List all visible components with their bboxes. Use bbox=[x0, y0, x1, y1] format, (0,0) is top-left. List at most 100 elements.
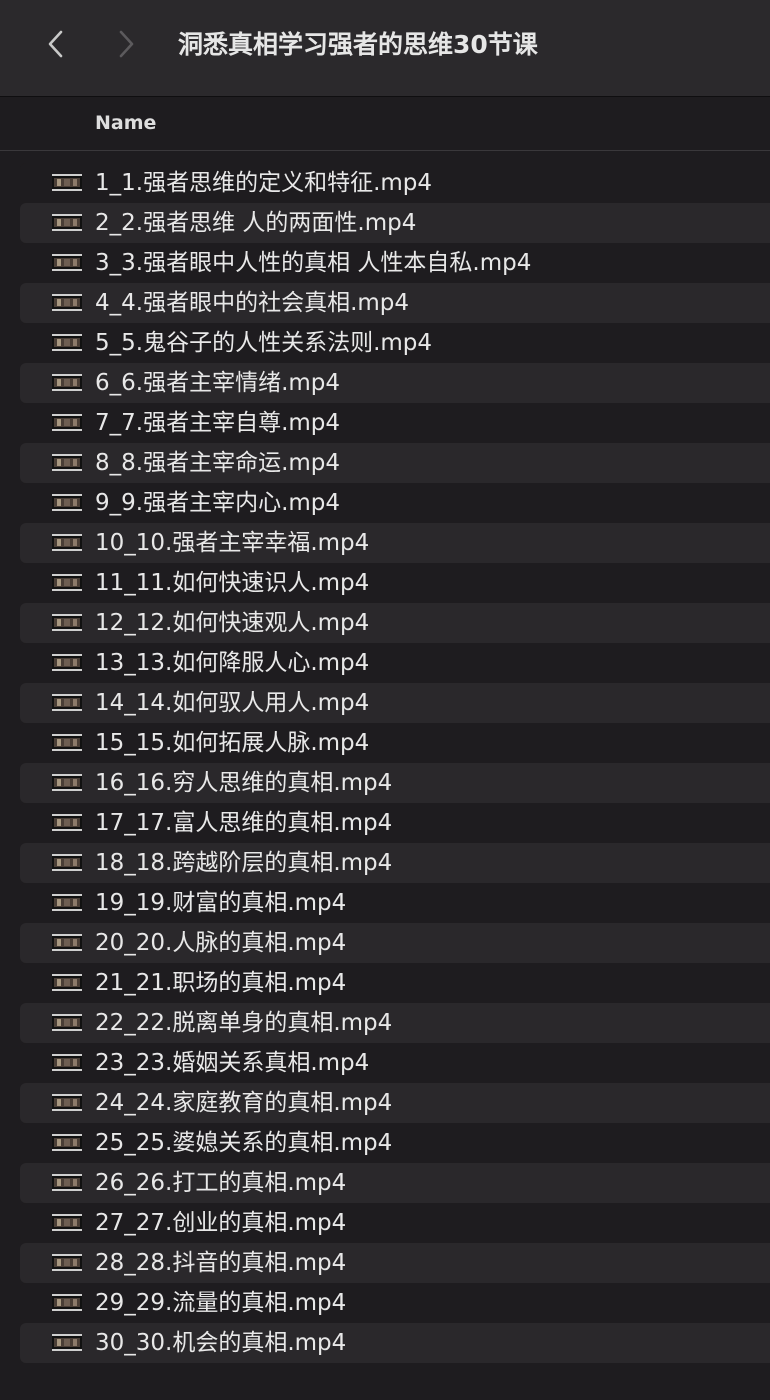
file-name: 21_21.职场的真相.mp4 bbox=[95, 970, 347, 996]
file-name: 29_29.流量的真相.mp4 bbox=[95, 1290, 347, 1316]
video-thumbnail-icon bbox=[52, 1254, 82, 1271]
file-row[interactable]: 8_8.强者主宰命运.mp4 bbox=[20, 443, 770, 483]
file-row[interactable]: 19_19.财富的真相.mp4 bbox=[20, 883, 770, 923]
column-header: Name bbox=[0, 97, 770, 151]
file-row[interactable]: 10_10.强者主宰幸福.mp4 bbox=[20, 523, 770, 563]
file-name: 20_20.人脉的真相.mp4 bbox=[95, 930, 347, 956]
video-thumbnail-icon bbox=[52, 294, 82, 311]
video-thumbnail-icon bbox=[52, 934, 82, 951]
chevron-left-icon bbox=[48, 30, 63, 58]
file-row[interactable]: 12_12.如何快速观人.mp4 bbox=[20, 603, 770, 643]
file-row[interactable]: 4_4.强者眼中的社会真相.mp4 bbox=[20, 283, 770, 323]
video-thumbnail-icon bbox=[52, 1014, 82, 1031]
video-thumbnail-icon bbox=[52, 694, 82, 711]
video-thumbnail-icon bbox=[52, 254, 82, 271]
video-thumbnail-icon bbox=[52, 734, 82, 751]
video-thumbnail-icon bbox=[52, 1134, 82, 1151]
file-row[interactable]: 25_25.婆媳关系的真相.mp4 bbox=[20, 1123, 770, 1163]
video-thumbnail-icon bbox=[52, 494, 82, 511]
file-row[interactable]: 17_17.富人思维的真相.mp4 bbox=[20, 803, 770, 843]
file-row[interactable]: 21_21.职场的真相.mp4 bbox=[20, 963, 770, 1003]
file-name: 24_24.家庭教育的真相.mp4 bbox=[95, 1090, 393, 1116]
file-list: 1_1.强者思维的定义和特征.mp4 2_2.强者思维 人的两面性.mp4 3_3.… bbox=[20, 163, 770, 1363]
file-name: 11_11.如何快速识人.mp4 bbox=[95, 570, 370, 596]
file-row[interactable]: 11_11.如何快速识人.mp4 bbox=[20, 563, 770, 603]
back-button[interactable] bbox=[38, 24, 74, 64]
file-name: 2_2.强者思维 人的两面性.mp4 bbox=[95, 210, 417, 236]
file-name: 7_7.强者主宰自尊.mp4 bbox=[95, 410, 341, 436]
file-row[interactable]: 23_23.婚姻关系真相.mp4 bbox=[20, 1043, 770, 1083]
file-name: 4_4.强者眼中的社会真相.mp4 bbox=[95, 290, 410, 316]
file-name: 27_27.创业的真相.mp4 bbox=[95, 1210, 347, 1236]
chevron-right-icon bbox=[119, 30, 134, 58]
file-name: 13_13.如何降服人心.mp4 bbox=[95, 650, 370, 676]
finder-window: 洞悉真相学习强者的思维30节课 Name 1_1.强者思维的定义和特征.mp4 2… bbox=[0, 0, 770, 1400]
file-name: 15_15.如何拓展人脉.mp4 bbox=[95, 730, 370, 756]
file-row[interactable]: 9_9.强者主宰内心.mp4 bbox=[20, 483, 770, 523]
file-row[interactable]: 6_6.强者主宰情绪.mp4 bbox=[20, 363, 770, 403]
video-thumbnail-icon bbox=[52, 654, 82, 671]
file-row[interactable]: 7_7.强者主宰自尊.mp4 bbox=[20, 403, 770, 443]
toolbar: 洞悉真相学习强者的思维30节课 bbox=[0, 0, 770, 97]
video-thumbnail-icon bbox=[52, 214, 82, 231]
file-name: 9_9.强者主宰内心.mp4 bbox=[95, 490, 341, 516]
video-thumbnail-icon bbox=[52, 454, 82, 471]
file-row[interactable]: 28_28.抖音的真相.mp4 bbox=[20, 1243, 770, 1283]
file-name: 6_6.强者主宰情绪.mp4 bbox=[95, 370, 341, 396]
file-name: 12_12.如何快速观人.mp4 bbox=[95, 610, 370, 636]
file-name: 30_30.机会的真相.mp4 bbox=[95, 1330, 347, 1356]
file-row[interactable]: 1_1.强者思维的定义和特征.mp4 bbox=[20, 163, 770, 203]
file-name: 22_22.脱离单身的真相.mp4 bbox=[95, 1010, 393, 1036]
file-row[interactable]: 22_22.脱离单身的真相.mp4 bbox=[20, 1003, 770, 1043]
file-row[interactable]: 5_5.鬼谷子的人性关系法则.mp4 bbox=[20, 323, 770, 363]
file-row[interactable]: 27_27.创业的真相.mp4 bbox=[20, 1203, 770, 1243]
file-name: 28_28.抖音的真相.mp4 bbox=[95, 1250, 347, 1276]
file-name: 8_8.强者主宰命运.mp4 bbox=[95, 450, 341, 476]
video-thumbnail-icon bbox=[52, 1294, 82, 1311]
file-row[interactable]: 14_14.如何驭人用人.mp4 bbox=[20, 683, 770, 723]
file-row[interactable]: 24_24.家庭教育的真相.mp4 bbox=[20, 1083, 770, 1123]
video-thumbnail-icon bbox=[52, 374, 82, 391]
file-name: 23_23.婚姻关系真相.mp4 bbox=[95, 1050, 370, 1076]
file-row[interactable]: 18_18.跨越阶层的真相.mp4 bbox=[20, 843, 770, 883]
file-row[interactable]: 13_13.如何降服人心.mp4 bbox=[20, 643, 770, 683]
forward-button[interactable] bbox=[108, 24, 144, 64]
video-thumbnail-icon bbox=[52, 1174, 82, 1191]
file-name: 16_16.穷人思维的真相.mp4 bbox=[95, 770, 393, 796]
file-name: 14_14.如何驭人用人.mp4 bbox=[95, 690, 370, 716]
window-title: 洞悉真相学习强者的思维30节课 bbox=[178, 30, 538, 59]
file-row[interactable]: 16_16.穷人思维的真相.mp4 bbox=[20, 763, 770, 803]
video-thumbnail-icon bbox=[52, 614, 82, 631]
video-thumbnail-icon bbox=[52, 974, 82, 991]
file-row[interactable]: 2_2.强者思维 人的两面性.mp4 bbox=[20, 203, 770, 243]
file-name: 18_18.跨越阶层的真相.mp4 bbox=[95, 850, 393, 876]
file-row[interactable]: 30_30.机会的真相.mp4 bbox=[20, 1323, 770, 1363]
video-thumbnail-icon bbox=[52, 414, 82, 431]
file-name: 10_10.强者主宰幸福.mp4 bbox=[95, 530, 370, 556]
video-thumbnail-icon bbox=[52, 774, 82, 791]
video-thumbnail-icon bbox=[52, 814, 82, 831]
file-name: 3_3.强者眼中人性的真相 人性本自私.mp4 bbox=[95, 250, 532, 276]
file-name: 1_1.强者思维的定义和特征.mp4 bbox=[95, 170, 433, 196]
video-thumbnail-icon bbox=[52, 1214, 82, 1231]
video-thumbnail-icon bbox=[52, 1054, 82, 1071]
video-thumbnail-icon bbox=[52, 1334, 82, 1351]
video-thumbnail-icon bbox=[52, 574, 82, 591]
video-thumbnail-icon bbox=[52, 534, 82, 551]
file-name: 19_19.财富的真相.mp4 bbox=[95, 890, 347, 916]
video-thumbnail-icon bbox=[52, 1094, 82, 1111]
file-name: 26_26.打工的真相.mp4 bbox=[95, 1170, 347, 1196]
video-thumbnail-icon bbox=[52, 174, 82, 191]
file-row[interactable]: 20_20.人脉的真相.mp4 bbox=[20, 923, 770, 963]
file-row[interactable]: 15_15.如何拓展人脉.mp4 bbox=[20, 723, 770, 763]
file-row[interactable]: 29_29.流量的真相.mp4 bbox=[20, 1283, 770, 1323]
video-thumbnail-icon bbox=[52, 334, 82, 351]
file-name: 17_17.富人思维的真相.mp4 bbox=[95, 810, 393, 836]
video-thumbnail-icon bbox=[52, 854, 82, 871]
column-header-name[interactable]: Name bbox=[95, 97, 156, 149]
video-thumbnail-icon bbox=[52, 894, 82, 911]
file-row[interactable]: 26_26.打工的真相.mp4 bbox=[20, 1163, 770, 1203]
file-name: 5_5.鬼谷子的人性关系法则.mp4 bbox=[95, 330, 433, 356]
file-row[interactable]: 3_3.强者眼中人性的真相 人性本自私.mp4 bbox=[20, 243, 770, 283]
file-name: 25_25.婆媳关系的真相.mp4 bbox=[95, 1130, 393, 1156]
